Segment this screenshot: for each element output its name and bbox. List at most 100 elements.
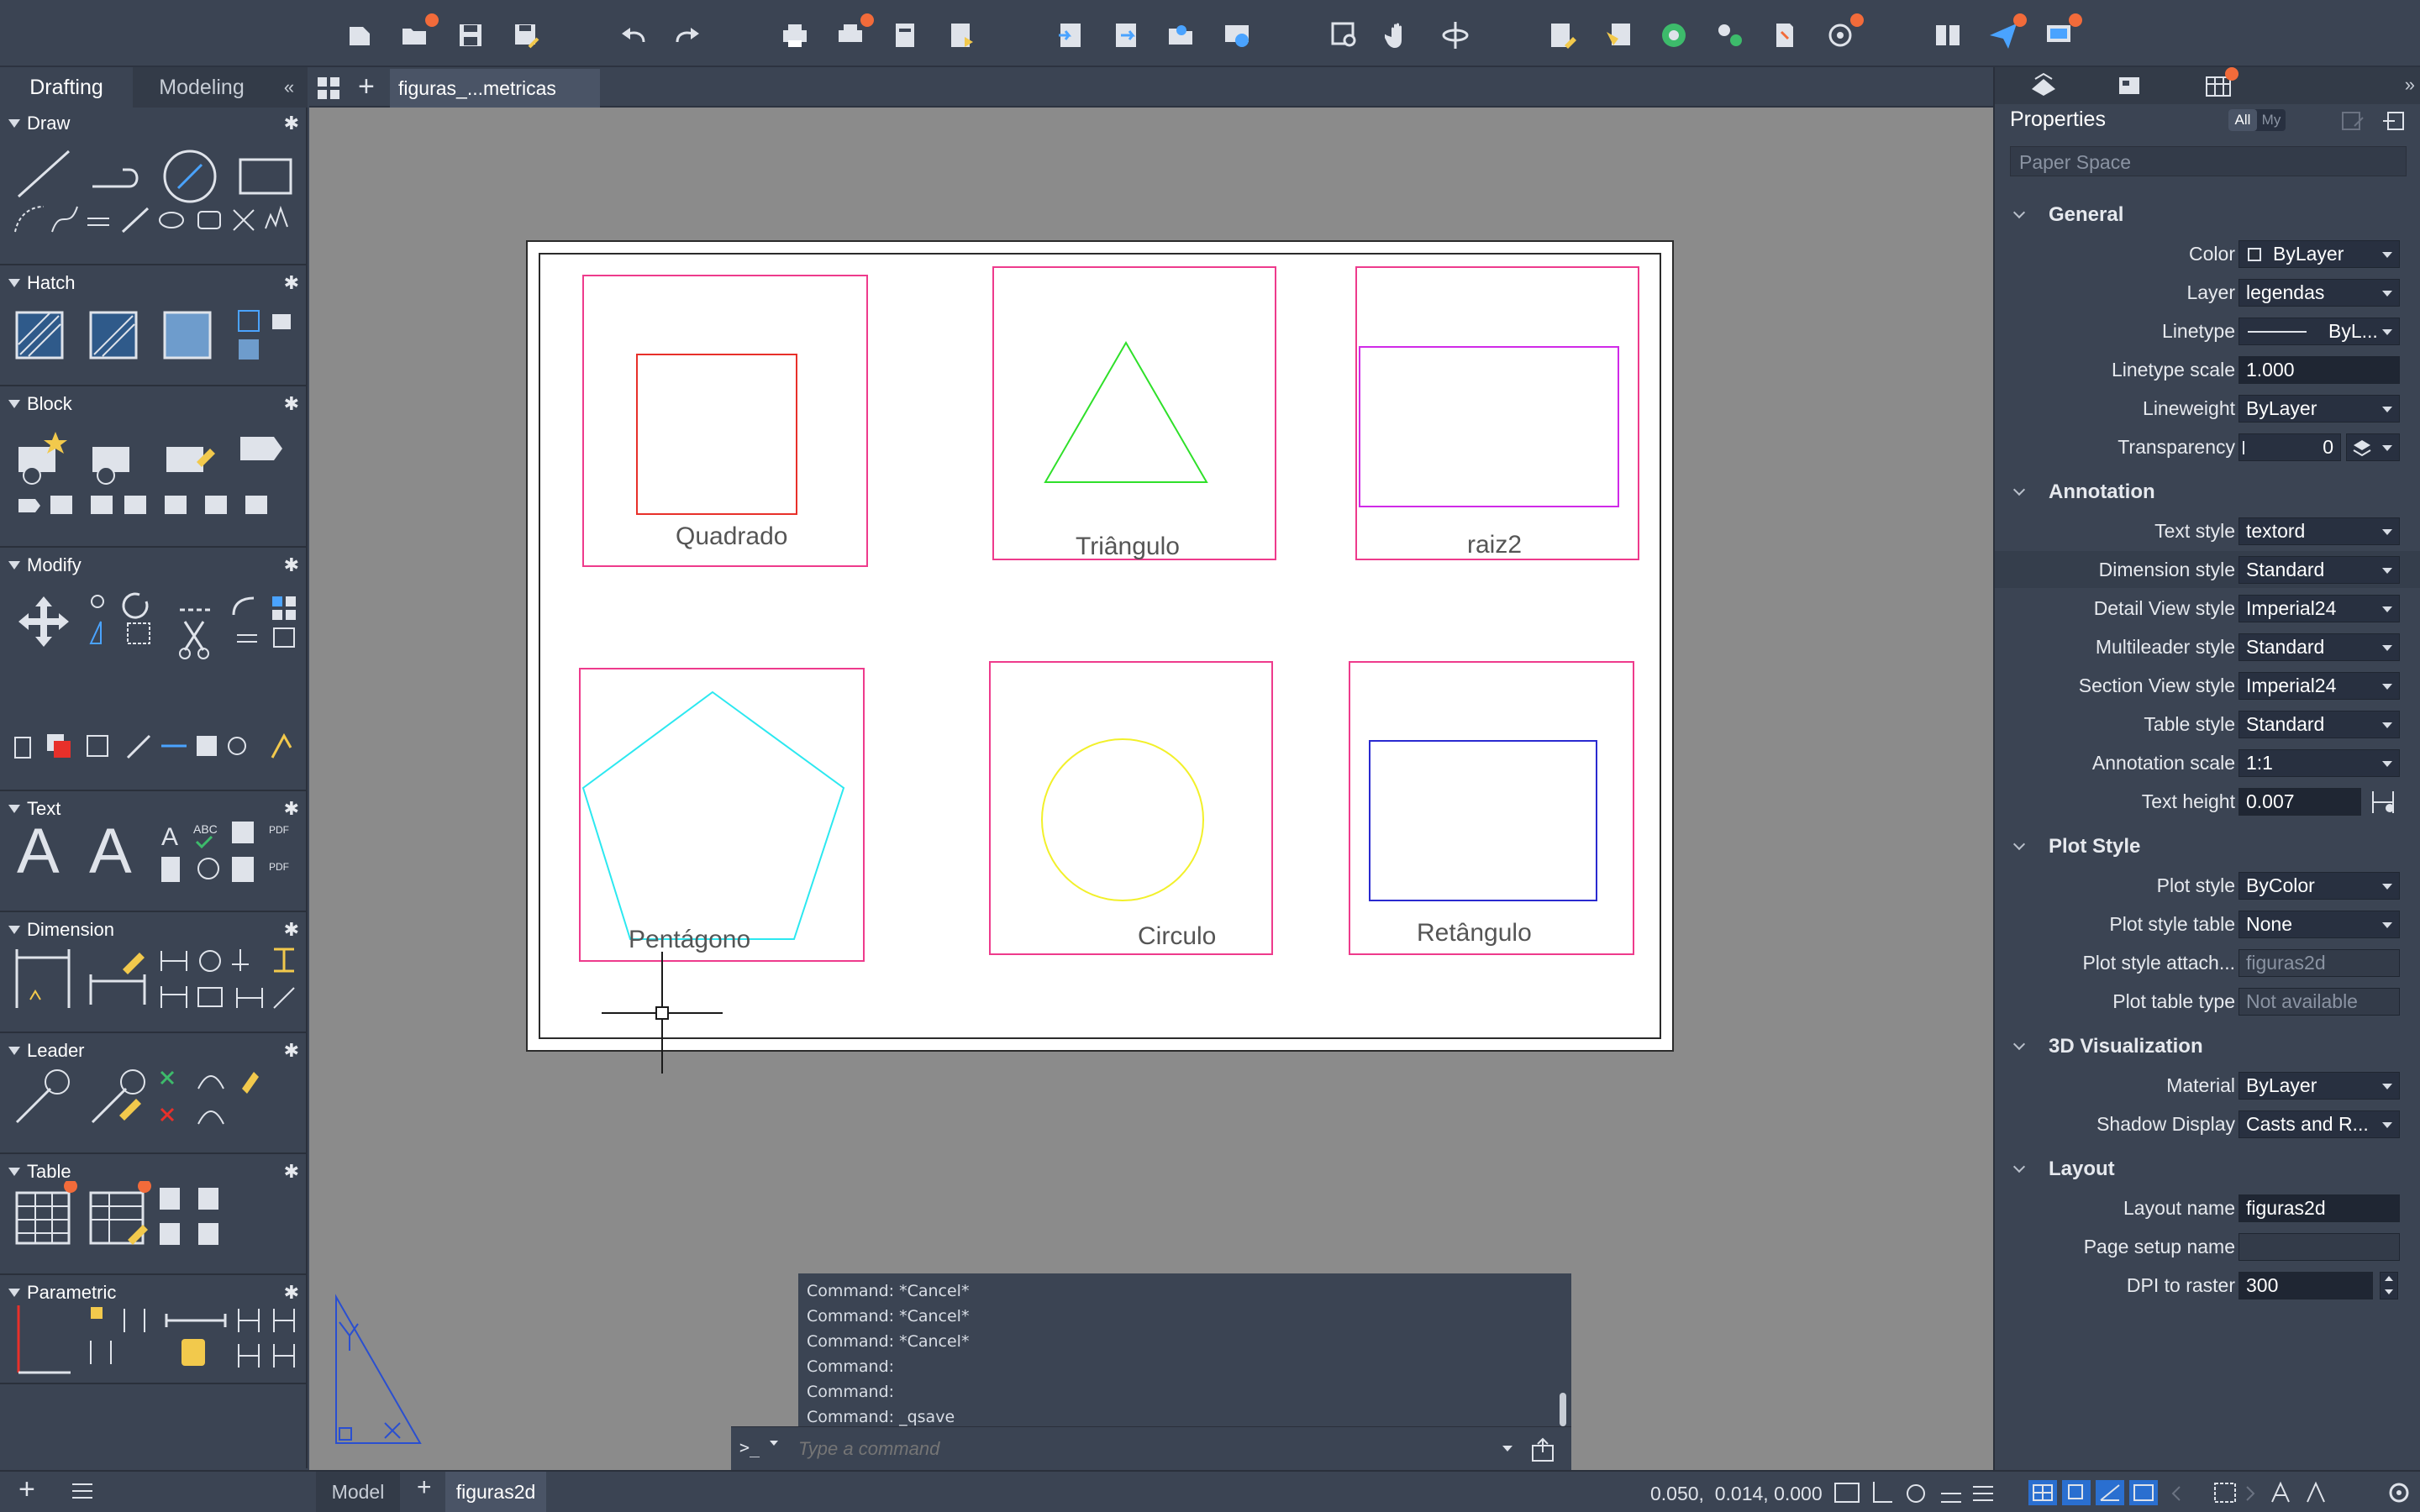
manage-attr-icon[interactable] [91, 496, 113, 514]
join-icon[interactable] [197, 736, 217, 756]
prop-table-style-value[interactable]: Standard [2238, 711, 2400, 738]
new-tab-plus-icon[interactable]: + [358, 71, 375, 103]
prop-material-value[interactable]: ByLayer [2238, 1072, 2400, 1100]
multiline-text-icon[interactable]: A [17, 815, 60, 888]
revision-cloud-icon[interactable] [265, 205, 288, 229]
tab-model[interactable]: Model [316, 1472, 400, 1512]
oblique-icon[interactable] [273, 987, 295, 1009]
command-scrollbar[interactable] [1560, 1393, 1566, 1426]
align-icon[interactable] [14, 737, 31, 759]
scissors-icon[interactable] [183, 621, 205, 651]
gear-icon[interactable]: ✱ [284, 1037, 299, 1065]
tag-icon[interactable] [272, 314, 291, 329]
label-circle[interactable]: Circulo [1138, 922, 1216, 950]
prop-transparency-slider[interactable]: 0 [2238, 433, 2341, 461]
single-line-text-icon[interactable]: A [89, 815, 132, 888]
parametric-tools[interactable] [13, 1302, 308, 1378]
annotation-visibility-icon[interactable] [2271, 1481, 2290, 1503]
multileader-icon[interactable] [15, 1087, 52, 1124]
add-layout-plus-icon[interactable]: + [18, 1473, 35, 1506]
table-sync-icon[interactable] [198, 1223, 218, 1245]
ellipse-icon[interactable] [159, 212, 184, 228]
section-draw-header[interactable]: Draw ✱ [0, 109, 308, 138]
block-editor-icon[interactable] [245, 496, 267, 514]
orbit-icon[interactable] [1440, 20, 1470, 50]
offset-icon[interactable] [237, 634, 257, 643]
document-tab-active[interactable]: figuras_...metricas [390, 69, 600, 108]
angular-constraint-icon[interactable] [273, 1344, 295, 1368]
polar-tracking-icon[interactable] [1907, 1484, 1925, 1503]
label-rectangle[interactable]: Retângulo [1417, 919, 1532, 947]
gear-icon[interactable]: ✱ [284, 109, 299, 138]
label-square[interactable]: Quadrado [676, 522, 787, 550]
label-pentagon[interactable]: Pentágono [629, 926, 750, 953]
properties-tab-icon[interactable] [2028, 72, 2059, 99]
tolerance-icon[interactable] [197, 987, 223, 1007]
section-dimension-header[interactable]: Dimension ✱ [0, 916, 308, 944]
mirror-icon[interactable] [89, 621, 102, 644]
copy-icon[interactable] [91, 595, 104, 608]
scroll-right-icon[interactable] [2246, 1486, 2255, 1501]
spline-icon[interactable] [51, 206, 78, 233]
redo-icon[interactable] [672, 20, 702, 50]
expand-chevron-icon[interactable]: » [2405, 74, 2415, 96]
block-tools[interactable] [13, 428, 308, 521]
annotation-scale-icon[interactable] [2307, 1481, 2325, 1503]
new-layout-plus-icon[interactable]: + [417, 1473, 432, 1502]
ortho-icon[interactable] [1873, 1482, 1892, 1503]
attribute-icon[interactable] [240, 437, 282, 460]
define-attr-icon[interactable] [124, 496, 146, 514]
gear-icon[interactable]: ✱ [284, 390, 299, 418]
auto-constrain-icon[interactable] [17, 1305, 71, 1374]
prop-multileader-value[interactable]: Standard [2238, 633, 2400, 661]
save-icon[interactable] [455, 20, 486, 50]
vertical-constraint-icon[interactable] [273, 1309, 295, 1332]
paper-space-sheet[interactable]: Quadrado Triângulo raiz2 Pentágono Circu… [309, 108, 1993, 1470]
linear-dimension-icon[interactable] [89, 974, 146, 1005]
section-general[interactable]: General [1995, 197, 2420, 234]
linear-constraint-icon[interactable] [165, 1314, 227, 1327]
prop-shadow-value[interactable]: Casts and R... [2238, 1110, 2400, 1138]
aligned-icon[interactable] [160, 951, 187, 971]
send-icon[interactable] [1988, 13, 2027, 50]
stretch-icon[interactable] [127, 622, 150, 644]
tag-attr-icon[interactable] [18, 499, 40, 512]
layer-states-icon[interactable] [1825, 13, 1864, 50]
cursor-coordinates[interactable]: 0.050, 0.014, 0.000 [1650, 1483, 1823, 1505]
plot-icon[interactable] [780, 20, 810, 50]
save-as-icon[interactable] [511, 20, 541, 50]
prop-layer-value[interactable]: legendas [2238, 279, 2400, 307]
text-style-icon[interactable]: A [161, 823, 178, 851]
properties-icon[interactable] [1548, 20, 1578, 50]
draw-tools[interactable] [13, 148, 308, 240]
web-mobile-icon[interactable] [1222, 20, 1252, 50]
hatch-tools[interactable] [13, 307, 308, 366]
scroll-left-icon[interactable] [2171, 1486, 2181, 1501]
pdf-import-icon[interactable]: PDF [269, 824, 289, 836]
boundary-select-icon[interactable] [238, 310, 260, 332]
block-attr-icon[interactable] [50, 496, 72, 514]
pdf-text-icon[interactable]: PDF [269, 861, 289, 873]
gear-icon[interactable]: ✱ [284, 269, 299, 297]
construction-line-icon[interactable] [121, 207, 150, 234]
rotate-icon[interactable] [122, 592, 149, 619]
dim-space-icon[interactable] [274, 948, 294, 973]
filter-all[interactable]: All [2228, 109, 2257, 131]
label-root2[interactable]: raiz2 [1467, 531, 1522, 559]
match-properties-icon[interactable] [1603, 20, 1634, 50]
collect-leader-icon[interactable] [197, 1110, 224, 1125]
arc-icon[interactable] [14, 206, 45, 233]
text-search-icon[interactable] [197, 858, 219, 879]
export-icon[interactable] [1111, 20, 1141, 50]
prop-dpi-input[interactable]: 300 [2238, 1272, 2373, 1299]
section-plot-style[interactable]: Plot Style [1995, 828, 2420, 865]
transparency-mode-dropdown[interactable] [2346, 433, 2400, 461]
tab-layout-active[interactable]: figuras2d [445, 1472, 546, 1512]
region-icon[interactable] [197, 211, 221, 229]
layout-list-icon[interactable] [72, 1483, 92, 1499]
prop-section-view-value[interactable]: Imperial24 [2238, 672, 2400, 700]
spell-check-icon[interactable]: ABC [193, 822, 218, 836]
slider-handle[interactable] [2243, 441, 2244, 454]
pan-icon[interactable] [1385, 20, 1415, 50]
undo-icon[interactable] [618, 20, 649, 50]
